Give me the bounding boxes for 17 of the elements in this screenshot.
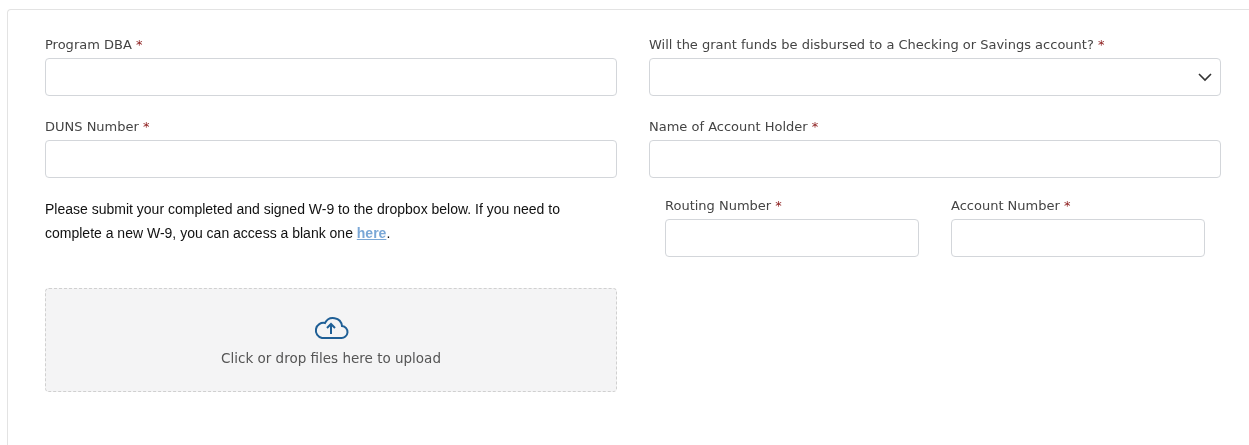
field-label: DUNS Number * <box>45 119 151 136</box>
file-dropzone[interactable]: Click or drop files here to upload <box>45 288 617 392</box>
cloud-upload-icon <box>313 314 349 340</box>
input-field[interactable] <box>665 219 919 257</box>
field-label: Will the grant funds be disbursed to a Checking or Savings account? * <box>649 37 1106 54</box>
field-label: Account Number * <box>951 198 1072 215</box>
chevron-down-icon <box>1198 72 1212 82</box>
w9-instructions: Please submit your completed and signed W-9 to the dropbox below. If you need to complete a new W-9, you can access a blank one here. <box>45 200 561 243</box>
select-field[interactable] <box>649 58 1221 96</box>
input-field[interactable] <box>45 140 617 178</box>
input-field[interactable] <box>649 140 1221 178</box>
field-label: Routing Number * <box>665 198 783 215</box>
field-label: Name of Account Holder * <box>649 119 820 136</box>
input-field[interactable] <box>45 58 617 96</box>
field-label: Program DBA * <box>45 37 144 54</box>
input-field[interactable] <box>951 219 1205 257</box>
upload-hint: Click or drop files here to upload <box>221 350 441 366</box>
